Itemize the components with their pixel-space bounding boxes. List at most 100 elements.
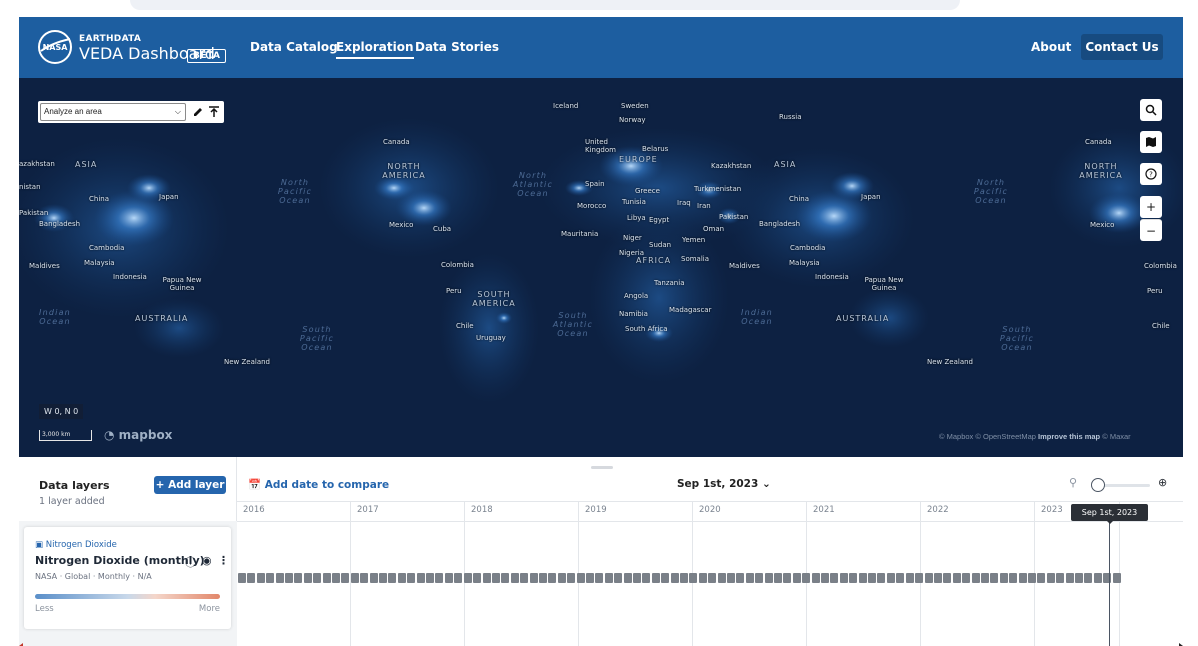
timeline-month-segment[interactable] bbox=[285, 573, 294, 583]
timeline-month-segment[interactable] bbox=[830, 573, 839, 583]
analyze-area-select[interactable]: Analyze an area ⌵ bbox=[40, 103, 186, 121]
timeline-month-segment[interactable] bbox=[1056, 573, 1065, 583]
eye-icon[interactable]: ◉ bbox=[202, 554, 212, 567]
timeline-month-segment[interactable] bbox=[350, 573, 359, 583]
timeline-month-segment[interactable] bbox=[999, 573, 1008, 583]
timeline-month-segment[interactable] bbox=[821, 573, 830, 583]
nav-data-catalog[interactable]: Data Catalog bbox=[250, 40, 338, 54]
brand-earthdata[interactable]: EARTHDATA bbox=[79, 34, 141, 44]
timeline-month-segment[interactable] bbox=[858, 573, 867, 583]
timeline-month-segment[interactable] bbox=[332, 573, 341, 583]
upload-icon[interactable] bbox=[206, 104, 222, 120]
timeline-month-segment[interactable] bbox=[952, 573, 961, 583]
timeline-month-segment[interactable] bbox=[313, 573, 322, 583]
attribution-maxar[interactable]: © Maxar bbox=[1102, 432, 1130, 441]
timeline-month-segment[interactable] bbox=[444, 573, 453, 583]
timeline-month-segment[interactable] bbox=[717, 573, 726, 583]
zoom-in-icon[interactable]: + bbox=[1140, 196, 1162, 218]
help-icon[interactable]: ? bbox=[1140, 163, 1162, 185]
timeline-month-segment[interactable] bbox=[632, 573, 641, 583]
timeline-month-segment[interactable] bbox=[802, 573, 811, 583]
add-layer-button[interactable]: + Add layer bbox=[154, 476, 226, 494]
timeline-month-segment[interactable] bbox=[971, 573, 980, 583]
timeline-date-cursor[interactable] bbox=[1109, 513, 1110, 646]
timeline-month-segment[interactable] bbox=[915, 573, 924, 583]
timeline-month-segment[interactable] bbox=[482, 573, 491, 583]
timeline-month-segment[interactable] bbox=[407, 573, 416, 583]
timeline-month-segment[interactable] bbox=[1027, 573, 1036, 583]
timeline-month-segment[interactable] bbox=[1112, 573, 1121, 583]
search-icon[interactable] bbox=[1140, 99, 1162, 121]
more-options-icon[interactable]: ⋮ bbox=[218, 554, 229, 567]
timeline-zoom-out-icon[interactable]: ⚲ bbox=[1069, 476, 1077, 489]
timeline-month-segment[interactable] bbox=[849, 573, 858, 583]
timeline-month-segment[interactable] bbox=[529, 573, 538, 583]
timeline-month-segment[interactable] bbox=[698, 573, 707, 583]
timeline-month-segment[interactable] bbox=[670, 573, 679, 583]
add-date-compare-button[interactable]: 📅 Add date to compare bbox=[248, 478, 389, 491]
timeline-month-segment[interactable] bbox=[388, 573, 397, 583]
timeline-month-segment[interactable] bbox=[256, 573, 265, 583]
timeline-month-segment[interactable] bbox=[557, 573, 566, 583]
timeline-month-segment[interactable] bbox=[755, 573, 764, 583]
nav-exploration[interactable]: Exploration bbox=[336, 40, 414, 59]
timeline-month-segment[interactable] bbox=[651, 573, 660, 583]
timeline-month-segment[interactable] bbox=[567, 573, 576, 583]
timeline-month-segment[interactable] bbox=[520, 573, 529, 583]
layer-dataset[interactable]: ▣ Nitrogen Dioxide bbox=[35, 540, 117, 550]
timeline-month-segment[interactable] bbox=[933, 573, 942, 583]
timeline-month-segment[interactable] bbox=[463, 573, 472, 583]
timeline-month-segment[interactable] bbox=[1018, 573, 1027, 583]
timeline-month-segment[interactable] bbox=[548, 573, 557, 583]
pencil-icon[interactable] bbox=[190, 104, 206, 120]
timeline-month-segment[interactable] bbox=[576, 573, 585, 583]
timeline-month-segment[interactable] bbox=[341, 573, 350, 583]
timeline-month-segment[interactable] bbox=[980, 573, 989, 583]
timeline-month-segment[interactable] bbox=[360, 573, 369, 583]
timeline-month-segment[interactable] bbox=[538, 573, 547, 583]
timeline-month-segment[interactable] bbox=[510, 573, 519, 583]
timeline-month-segment[interactable] bbox=[943, 573, 952, 583]
timeline-month-segment[interactable] bbox=[491, 573, 500, 583]
timeline-month-segment[interactable] bbox=[1009, 573, 1018, 583]
timeline-month-segment[interactable] bbox=[745, 573, 754, 583]
timeline-month-segment[interactable] bbox=[727, 573, 736, 583]
timeline-month-segment[interactable] bbox=[379, 573, 388, 583]
timeline-month-segment[interactable] bbox=[1093, 573, 1102, 583]
timeline-month-segment[interactable] bbox=[585, 573, 594, 583]
timeline-month-segment[interactable] bbox=[1046, 573, 1055, 583]
timeline-month-segment[interactable] bbox=[623, 573, 632, 583]
mapbox-logo[interactable]: ◔ mapbox bbox=[104, 428, 172, 442]
timeline-month-segment[interactable] bbox=[473, 573, 482, 583]
timeline-month-segment[interactable] bbox=[661, 573, 670, 583]
contact-us-button[interactable]: Contact Us bbox=[1081, 34, 1163, 60]
timeline-month-segment[interactable] bbox=[642, 573, 651, 583]
nav-about[interactable]: About bbox=[1031, 40, 1071, 54]
timeline-month-segment[interactable] bbox=[604, 573, 613, 583]
timeline-month-segment[interactable] bbox=[303, 573, 312, 583]
timeline-month-segment[interactable] bbox=[1037, 573, 1046, 583]
layer-timeline-bar[interactable] bbox=[238, 573, 1122, 583]
timeline-zoom-in-icon[interactable]: ⊕ bbox=[1158, 476, 1167, 489]
info-icon[interactable]: ⓘ bbox=[185, 554, 196, 570]
timeline-month-segment[interactable] bbox=[501, 573, 510, 583]
timeline-month-segment[interactable] bbox=[238, 573, 246, 583]
nav-data-stories[interactable]: Data Stories bbox=[415, 40, 499, 54]
date-selector[interactable]: Sep 1st, 2023 ⌄ bbox=[677, 478, 771, 490]
timeline-month-segment[interactable] bbox=[1065, 573, 1074, 583]
timeline-month-segment[interactable] bbox=[416, 573, 425, 583]
timeline-month-segment[interactable] bbox=[877, 573, 886, 583]
timeline-month-segment[interactable] bbox=[886, 573, 895, 583]
timeline-month-segment[interactable] bbox=[454, 573, 463, 583]
timeline-month-segment[interactable] bbox=[294, 573, 303, 583]
timeline-month-segment[interactable] bbox=[322, 573, 331, 583]
timeline-month-segment[interactable] bbox=[435, 573, 444, 583]
attribution-text[interactable]: © Mapbox © OpenStreetMap bbox=[939, 432, 1036, 441]
timeline-month-segment[interactable] bbox=[1084, 573, 1093, 583]
timeline-month-segment[interactable] bbox=[962, 573, 971, 583]
timeline-month-segment[interactable] bbox=[689, 573, 698, 583]
timeline-month-segment[interactable] bbox=[736, 573, 745, 583]
timeline-month-segment[interactable] bbox=[1074, 573, 1083, 583]
timeline-month-segment[interactable] bbox=[397, 573, 406, 583]
timeline-month-segment[interactable] bbox=[990, 573, 999, 583]
